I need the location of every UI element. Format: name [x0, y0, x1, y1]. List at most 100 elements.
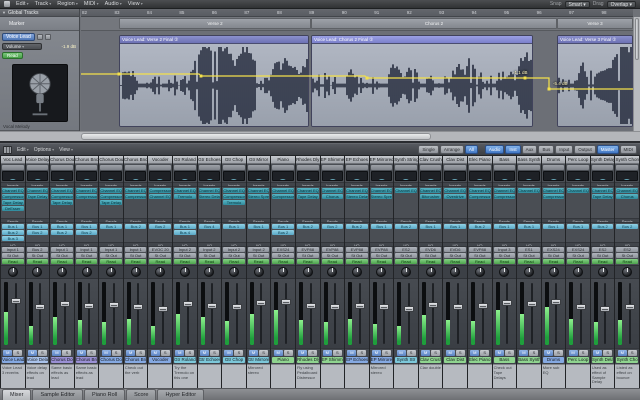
pan-knob[interactable]	[376, 267, 386, 277]
channel-color-label[interactable]: Chorus Doub	[100, 357, 122, 363]
input-slot[interactable]: EVP88	[371, 247, 393, 252]
solo-button[interactable]: S	[13, 350, 22, 356]
automation-mode-button[interactable]: Read	[2, 259, 24, 264]
channel-comment[interactable]	[148, 364, 172, 388]
volume-fader[interactable]	[600, 306, 610, 312]
mute-button[interactable]: M	[249, 350, 258, 356]
send-slot-bus-1[interactable]: Bus 1	[494, 224, 516, 229]
solo-button[interactable]: S	[87, 350, 96, 356]
eq-thumbnail[interactable]	[518, 171, 540, 181]
output-slot[interactable]: St Out	[27, 253, 49, 258]
insert-slot-channel-eq[interactable]: Channel EQ	[51, 188, 73, 193]
channel-name-tab[interactable]: Bass Synth	[517, 156, 541, 164]
insert-slot-compressor[interactable]: Compressor	[494, 194, 516, 199]
channel-color-label[interactable]: Gtr Echoes	[199, 357, 221, 363]
mixer-filter-midi-button[interactable]: MIDI	[620, 145, 638, 154]
pan-knob[interactable]	[549, 267, 559, 277]
channel-name-tab[interactable]: Perc Loop	[566, 156, 590, 164]
automation-mode-button[interactable]: Read	[592, 259, 614, 264]
output-slot[interactable]: St Out	[444, 253, 466, 258]
channel-name-tab[interactable]: Clav Dist	[443, 156, 467, 164]
mute-button[interactable]: M	[569, 350, 578, 356]
volume-fader[interactable]	[207, 303, 217, 309]
automation-mode-button[interactable]: Read	[100, 259, 122, 264]
insert-slot-compressor[interactable]: Compressor	[76, 194, 98, 199]
solo-button[interactable]: S	[136, 350, 145, 356]
channel-comment[interactable]: Voice delay effects on lead	[26, 364, 50, 388]
send-slot-bus-2[interactable]: Bus 2	[76, 230, 98, 235]
eq-thumbnail[interactable]	[444, 171, 466, 181]
output-slot[interactable]: St Out	[223, 253, 245, 258]
insert-slot-tape-delay[interactable]: Tape Delay	[27, 194, 49, 199]
volume-fader[interactable]	[551, 299, 561, 305]
input-slot[interactable]: Input 1	[125, 247, 147, 252]
volume-fader[interactable]	[232, 304, 242, 310]
pan-knob[interactable]	[106, 267, 116, 277]
channel-setting-button[interactable]	[395, 165, 417, 170]
mute-button[interactable]: M	[151, 350, 160, 356]
volume-fader[interactable]	[478, 303, 488, 309]
output-slot[interactable]: St Out	[76, 253, 98, 258]
channel-comment[interactable]	[99, 364, 123, 388]
solo-button[interactable]: S	[431, 350, 440, 356]
input-slot[interactable]: ES2	[395, 247, 417, 252]
channel-color-label[interactable]: EP Echoes	[346, 357, 368, 363]
snap-select[interactable]: Smart ▾	[565, 1, 590, 8]
input-slot[interactable]: EVD6	[444, 247, 466, 252]
eq-thumbnail[interactable]	[27, 171, 49, 181]
solo-button[interactable]: S	[259, 350, 268, 356]
tab-mixer[interactable]: Mixer	[2, 389, 31, 400]
solo-button[interactable]: S	[480, 350, 489, 356]
solo-button[interactable]: S	[603, 350, 612, 356]
output-slot[interactable]: St Out	[2, 253, 24, 258]
automation-mode-button[interactable]: Read	[27, 259, 49, 264]
track-record-button[interactable]	[37, 34, 43, 40]
channel-comment[interactable]	[271, 364, 295, 388]
pan-knob[interactable]	[278, 267, 288, 277]
insert-slot-channel-eq[interactable]: Channel EQ	[616, 188, 638, 193]
pan-knob[interactable]	[598, 267, 608, 277]
input-slot[interactable]: Input 2	[199, 247, 221, 252]
channel-comment[interactable]: Mirrored stereo	[247, 364, 271, 388]
eq-thumbnail[interactable]	[346, 171, 368, 181]
insert-slot-channel-eq[interactable]: Channel EQ	[322, 188, 344, 193]
output-slot[interactable]: St Out	[543, 253, 565, 258]
insert-slot-channel-eq[interactable]: Channel EQ	[223, 188, 245, 193]
volume-fader[interactable]	[183, 301, 193, 307]
pan-knob[interactable]	[524, 267, 534, 277]
mixer-filter-inst-button[interactable]: Inst	[505, 145, 520, 154]
volume-fader[interactable]	[355, 303, 365, 309]
eq-thumbnail[interactable]	[592, 171, 614, 181]
track-header-voice-lead[interactable]: Voice Lead Volume -1.9 dB Read	[0, 31, 79, 131]
output-slot[interactable]: St Out	[248, 253, 270, 258]
input-slot[interactable]: EVP88	[322, 247, 344, 252]
input-slot[interactable]: Input 1	[100, 247, 122, 252]
channel-comment[interactable]: Fly using Pedalboard Distressor	[296, 364, 320, 388]
send-slot-bus-2[interactable]: Bus 2	[469, 224, 491, 229]
channel-name-tab[interactable]: Synth Chorus	[615, 156, 639, 164]
insert-slot-tape-delay[interactable]: Tape Delay	[2, 200, 24, 205]
solo-button[interactable]: S	[161, 350, 170, 356]
channel-color-label[interactable]: Gtr Roland	[174, 357, 196, 363]
insert-slot-channel-eq[interactable]: Channel EQ	[371, 188, 393, 193]
tab-piano-roll[interactable]: Piano Roll	[84, 389, 125, 400]
channel-setting-button[interactable]	[76, 165, 98, 170]
input-slot[interactable]: EXS24	[567, 247, 589, 252]
channel-setting-button[interactable]	[371, 165, 393, 170]
mute-button[interactable]: M	[593, 350, 602, 356]
channel-color-label[interactable]: Chorus Bnce	[76, 357, 98, 363]
channel-setting-button[interactable]	[174, 165, 196, 170]
channel-color-label[interactable]: Bass Synth	[518, 357, 540, 363]
automation-mode-button[interactable]: Read	[297, 259, 319, 264]
channel-setting-button[interactable]	[149, 165, 171, 170]
volume-fader[interactable]	[11, 298, 21, 304]
automation-mode-button[interactable]: Read	[76, 259, 98, 264]
send-slot-bus-2[interactable]: Bus 2	[592, 224, 614, 229]
send-slot-bus-4[interactable]: Bus 4	[174, 230, 196, 235]
input-slot[interactable]: Bus 2	[27, 247, 49, 252]
send-slot-bus-1[interactable]: Bus 1	[248, 224, 270, 229]
mute-button[interactable]: M	[347, 350, 356, 356]
insert-slot-channel-eq[interactable]: Channel EQ	[272, 188, 294, 193]
insert-slot-channel-eq[interactable]: Channel EQ	[444, 188, 466, 193]
insert-slot-compressor[interactable]: Compressor	[100, 194, 122, 199]
